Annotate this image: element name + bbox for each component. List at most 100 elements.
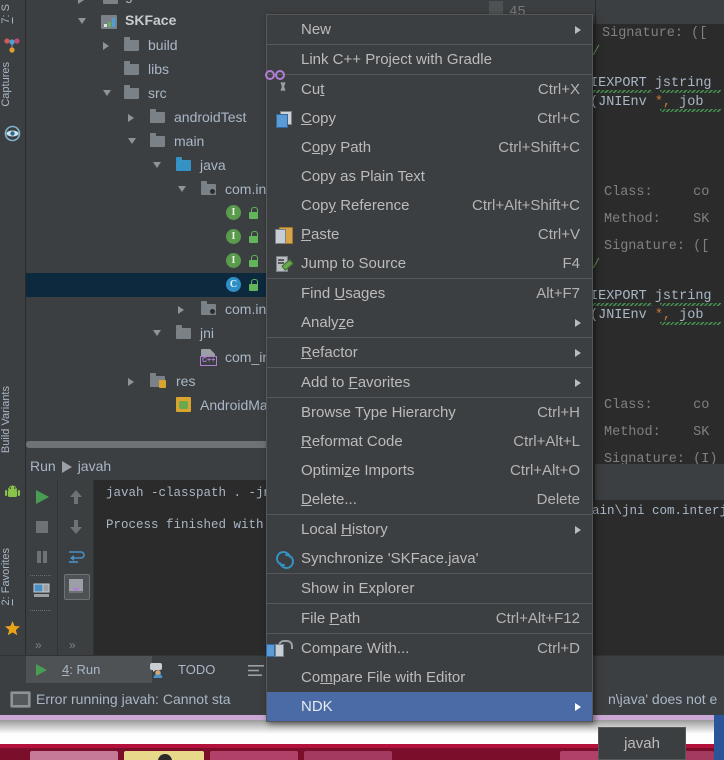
- tool-tab-build-variants[interactable]: Build Variants: [0, 386, 25, 453]
- menu-item-compare-file-with-editor[interactable]: Compare File with Editor: [267, 663, 592, 692]
- chevron-down-icon[interactable]: [78, 18, 86, 24]
- chevron-right-icon[interactable]: [128, 378, 134, 386]
- toolbar-expand-right[interactable]: »: [69, 638, 76, 652]
- menu-label-link-cpp-gradle: Link C++ Project with Gradle: [301, 51, 492, 68]
- tree-label-src: src: [148, 85, 167, 101]
- restore-layout-button[interactable]: [33, 582, 51, 600]
- folder-icon: [124, 37, 139, 51]
- run-toolbar-left: »: [26, 480, 58, 656]
- code-line-method-2: Method: SK: [604, 425, 710, 440]
- soft-wrap-button[interactable]: [67, 548, 85, 566]
- menu-item-find-usages[interactable]: Find Usages Alt+F7: [267, 279, 592, 308]
- taskbar-item-4[interactable]: [304, 751, 392, 760]
- folder-icon: [150, 109, 165, 123]
- menu-label-compare-file-with-editor: Compare File with Editor: [301, 669, 466, 686]
- menu-item-synchronize[interactable]: Synchronize 'SKFace.java': [267, 544, 592, 573]
- chevron-right-icon[interactable]: [78, 0, 84, 4]
- run-config-play-icon: [61, 461, 72, 474]
- run-config-name: javah: [77, 458, 112, 474]
- tab-run[interactable]: 4: Run: [26, 656, 152, 684]
- menu-item-compare-with[interactable]: Compare With... Ctrl+D: [266, 634, 592, 663]
- menu-accel-compare-with: Ctrl+D: [537, 640, 580, 657]
- menu-label-show-in-explorer: Show in Explorer: [301, 580, 415, 597]
- menu-item-copy[interactable]: Copy Ctrl+C: [267, 104, 592, 133]
- tool-tab-structure[interactable]: 7: S: [0, 4, 25, 24]
- submenu-arrow-icon: [575, 319, 581, 327]
- tree-row-gradle[interactable]: gradle: [26, 0, 476, 8]
- menu-item-show-in-explorer[interactable]: Show in Explorer: [267, 574, 592, 603]
- menu-item-ndk[interactable]: NDK: [267, 692, 592, 721]
- menu-label-copy-path: Copy Path: [301, 139, 372, 156]
- chevron-right-icon[interactable]: [178, 306, 184, 314]
- menu-label-analyze: Analyze: [301, 314, 355, 331]
- submenu-arrow-icon: [575, 379, 581, 387]
- tool-tab-favorites[interactable]: 2: Favorites: [0, 548, 25, 605]
- logcat-icon: [248, 665, 264, 676]
- menu-item-delete[interactable]: Delete... Delete: [267, 485, 592, 514]
- menu-item-local-history[interactable]: Local History: [267, 515, 592, 544]
- stop-button[interactable]: [33, 518, 51, 536]
- tab-todo[interactable]: TODO: [146, 656, 252, 684]
- copy-icon: [275, 110, 292, 128]
- menu-label-local-history: Local History: [301, 521, 388, 538]
- tree-label-build: build: [148, 37, 178, 53]
- folder-icon: [150, 133, 165, 147]
- menu-item-browse-type-hierarchy[interactable]: Browse Type Hierarchy Ctrl+H: [267, 398, 592, 427]
- menu-label-cut: Cut: [301, 81, 325, 98]
- menu-label-reformat-code: Reformat Code: [301, 433, 403, 450]
- run-panel-title: Run: [30, 458, 56, 474]
- taskbar-item-3[interactable]: [210, 751, 298, 760]
- tree-label-libs: libs: [148, 61, 170, 77]
- menu-item-cut[interactable]: Cut Ctrl+X: [265, 70, 592, 104]
- menu-label-copy-reference: Copy Reference: [301, 197, 410, 214]
- folder-res-icon: [150, 373, 166, 388]
- chevron-right-icon[interactable]: [103, 42, 109, 50]
- menu-item-refactor[interactable]: Refactor: [267, 338, 592, 367]
- chevron-right-icon[interactable]: [128, 114, 134, 122]
- code-line-signature-1: Signature: ([: [602, 26, 708, 41]
- compare-icon: [266, 640, 293, 657]
- todo-icon: [150, 663, 163, 678]
- menu-item-copy-as-plain-text[interactable]: Copy as Plain Text: [267, 162, 592, 191]
- ndk-submenu[interactable]: javah: [598, 727, 686, 760]
- rerun-button[interactable]: [33, 488, 51, 506]
- menu-item-file-path[interactable]: File Path Ctrl+Alt+F12: [267, 604, 592, 633]
- toolbar-expand-left[interactable]: »: [35, 638, 42, 652]
- menu-item-copy-path[interactable]: Copy Path Ctrl+Shift+C: [267, 133, 592, 162]
- menu-item-new[interactable]: New: [267, 15, 592, 44]
- scroll-up-button[interactable]: [67, 488, 85, 506]
- menu-item-analyze[interactable]: Analyze: [267, 308, 592, 337]
- chevron-down-icon[interactable]: [153, 330, 161, 336]
- taskbar-item-1[interactable]: [30, 751, 118, 760]
- menu-item-add-to-favorites[interactable]: Add to Favorites: [267, 368, 592, 397]
- scroll-to-end-button[interactable]: [64, 574, 90, 600]
- menu-accel-copy-path: Ctrl+Shift+C: [498, 139, 580, 156]
- menu-label-new: New: [301, 21, 332, 38]
- menu-item-optimize-imports[interactable]: Optimize Imports Ctrl+Alt+O: [267, 456, 592, 485]
- menu-item-reformat-code[interactable]: Reformat Code Ctrl+Alt+L: [267, 427, 592, 456]
- tree-label-java: java: [200, 157, 226, 173]
- pause-button[interactable]: [33, 548, 51, 566]
- interface-icon: I: [226, 229, 241, 244]
- lock-icon: [249, 255, 259, 267]
- menu-item-copy-reference[interactable]: Copy Reference Ctrl+Alt+Shift+C: [267, 191, 592, 220]
- tool-tab-captures[interactable]: Captures: [0, 62, 25, 107]
- submenu-arrow-icon: [575, 26, 581, 34]
- jump-to-source-icon: [275, 255, 294, 272]
- menu-label-browse-type-hierarchy: Browse Type Hierarchy: [301, 404, 456, 421]
- taskbar-item-2[interactable]: [124, 751, 204, 760]
- menu-item-link-cpp-gradle[interactable]: Link C++ Project with Gradle: [267, 45, 592, 74]
- context-menu[interactable]: New Link C++ Project with Gradle Cut Ctr…: [265, 14, 593, 722]
- chevron-down-icon[interactable]: [103, 90, 111, 96]
- editor-bottom-panel-sep: [595, 464, 724, 500]
- chevron-down-icon[interactable]: [178, 186, 186, 192]
- menu-item-paste[interactable]: Paste Ctrl+V: [267, 220, 592, 249]
- menu-label-optimize-imports: Optimize Imports: [301, 462, 415, 479]
- menu-item-jump-to-source[interactable]: Jump to Source F4: [267, 249, 592, 278]
- chevron-down-icon[interactable]: [128, 138, 136, 144]
- toolbar-separator-2: [30, 610, 51, 612]
- chevron-down-icon[interactable]: [153, 162, 161, 168]
- star-icon: [5, 621, 20, 636]
- menu-item-javah[interactable]: javah: [599, 728, 685, 759]
- scroll-down-button[interactable]: [67, 518, 85, 536]
